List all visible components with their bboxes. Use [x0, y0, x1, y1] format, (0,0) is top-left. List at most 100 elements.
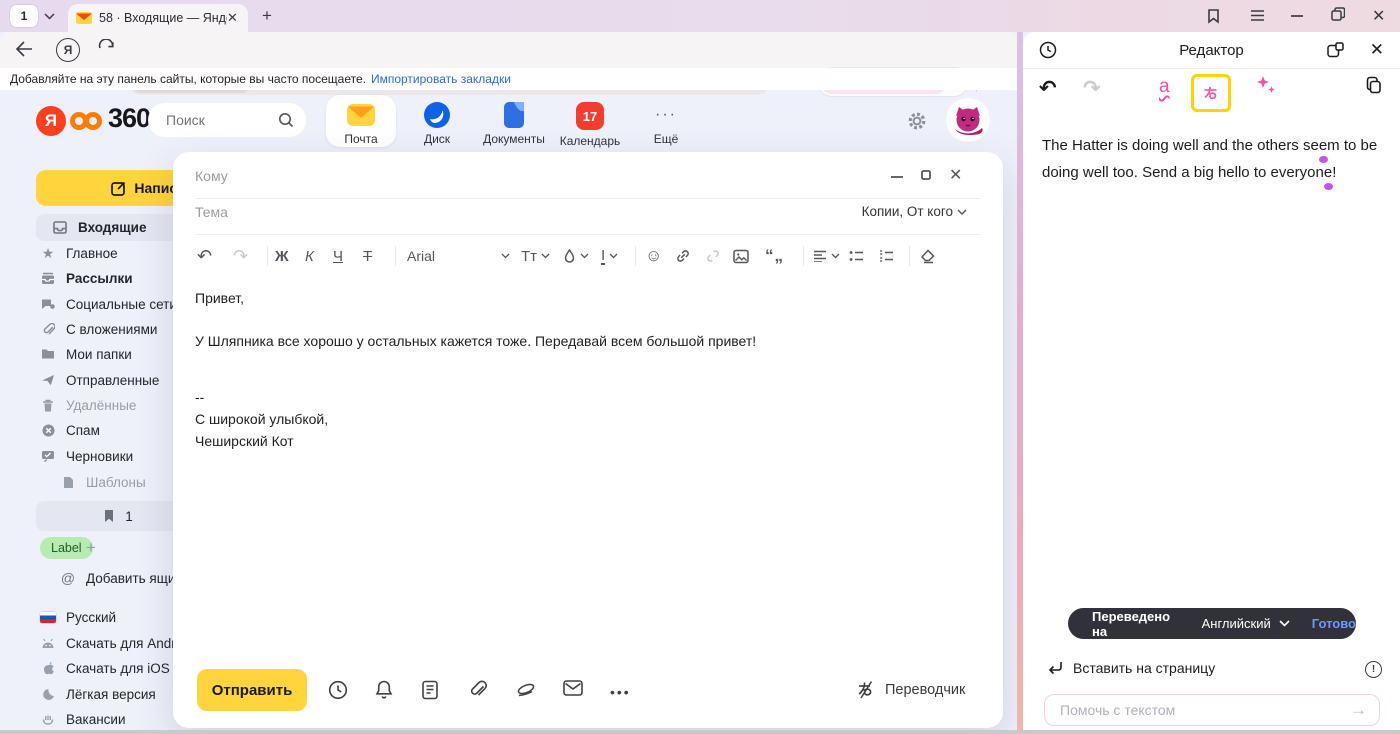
assist-input-box[interactable]: → [1044, 694, 1380, 726]
spellcheck-icon[interactable]: a [1159, 76, 1170, 98]
send-button[interactable]: Отправить [197, 669, 307, 711]
align-button[interactable] [813, 242, 840, 270]
paper-plane-icon [40, 374, 56, 386]
to-field[interactable]: Кому [195, 168, 228, 184]
label-tag[interactable]: Label [40, 537, 93, 559]
side-panel-icon[interactable] [1206, 8, 1221, 24]
italic-button[interactable]: К [305, 242, 314, 270]
russian-flag-icon [40, 612, 56, 623]
sidebar-item-label: Удалённые [66, 398, 136, 413]
emoji-icon[interactable]: ☺ [645, 242, 662, 270]
font-family-select[interactable]: Arial [407, 242, 435, 270]
underline-button[interactable]: Ч [333, 242, 343, 270]
attach-paperclip-icon[interactable] [469, 680, 487, 700]
at-sign-icon: @ [60, 570, 76, 586]
compose-window: Кому ✕ Тема Копии, От кого ↶ ↷ Ж К Ч Т A… [173, 152, 1003, 728]
open-in-window-icon[interactable] [1327, 42, 1344, 58]
bookmark-icon [103, 509, 115, 523]
compose-body-p2[interactable]: У Шляпника все хорошо у остальных кажетс… [195, 333, 756, 349]
minimize-icon[interactable] [1291, 15, 1303, 17]
bullet-list-icon[interactable] [849, 242, 864, 270]
strikethrough-button[interactable]: Т [363, 242, 372, 270]
panel-translate-icon[interactable] [1191, 74, 1231, 112]
sidebar-item-label: Черновики [66, 449, 133, 464]
close-icon[interactable]: ✕ [1372, 6, 1385, 26]
compose-signature-line2[interactable]: Чеширский Кот [195, 433, 294, 449]
sidebar-add-mailbox[interactable]: @ Добавить ящик [44, 566, 181, 590]
schedule-clock-icon[interactable] [328, 680, 348, 700]
panel-undo-icon[interactable]: ↶ [1039, 76, 1057, 101]
fill-color-button[interactable] [563, 242, 589, 270]
signature-pen-icon[interactable] [516, 680, 536, 698]
sidebar-item-templates[interactable]: Шаблоны [44, 470, 146, 494]
sidebar-item-label: Социальные сети [66, 297, 177, 312]
notify-bell-icon[interactable] [375, 680, 393, 700]
done-button[interactable]: Готово [1312, 616, 1356, 631]
translator-label: Переводчик [885, 682, 965, 698]
quote-icon[interactable]: “„ [765, 242, 784, 270]
text-color-button[interactable]: I [601, 242, 618, 270]
template-card-icon[interactable] [422, 680, 438, 700]
warning-icon[interactable]: ! [1365, 661, 1382, 678]
window-minimize-icon[interactable] [891, 176, 903, 178]
window-close-icon[interactable]: ✕ [949, 165, 962, 185]
eraser-icon[interactable] [919, 242, 935, 270]
sidebar-item-label: Главное [66, 246, 118, 261]
sidebar-item-social[interactable]: Социальные сети [24, 292, 177, 316]
sidebar-item-trash[interactable]: Удалённые [24, 393, 136, 417]
envelope-icon[interactable] [563, 680, 583, 696]
copy-icon[interactable] [1365, 76, 1383, 95]
numbered-list-icon[interactable] [879, 242, 894, 270]
sidebar-link-ios[interactable]: Скачать для iOS [24, 656, 170, 680]
sidebar-item-sent[interactable]: Отправленные [24, 368, 159, 392]
unlink-icon[interactable] [705, 242, 721, 270]
history-clock-icon[interactable] [1039, 41, 1057, 59]
submit-arrow-icon[interactable]: → [1350, 700, 1367, 720]
ai-sparkles-icon[interactable] [1255, 74, 1277, 96]
panel-close-icon[interactable]: ✕ [1370, 40, 1384, 60]
compose-body-p1[interactable]: Привет, [195, 290, 244, 306]
cc-from-toggle[interactable]: Копии, От кого [862, 204, 967, 219]
apple-icon [40, 661, 56, 675]
hand-icon [40, 713, 56, 725]
font-size-select[interactable]: Tт [521, 242, 550, 270]
compose-pen-icon [111, 181, 126, 196]
language-chevron-icon[interactable] [1279, 620, 1290, 627]
translated-text-line1: The Hatter is doing well and the others … [1042, 132, 1378, 159]
link-icon[interactable] [675, 242, 691, 270]
insert-image-icon[interactable] [733, 242, 749, 270]
assist-input[interactable] [1058, 701, 1350, 719]
compose-signature-line1[interactable]: С широкой улыбкой, [195, 411, 328, 427]
cursor-marker [1324, 183, 1333, 190]
compose-signature-dashes[interactable]: -- [195, 389, 204, 405]
sidebar-item-spam[interactable]: Спам [24, 418, 100, 442]
font-family-chevron-icon [501, 242, 510, 270]
more-options-icon[interactable]: ••• [610, 684, 631, 700]
sidebar-link-lite[interactable]: Лёгкая версия [24, 682, 156, 706]
sidebar-item-newsletters[interactable]: Рассылки [24, 266, 133, 290]
add-label-icon[interactable]: + [86, 538, 96, 558]
sidebar-item-label: Шаблоны [86, 475, 146, 490]
sidebar-item-drafts[interactable]: Черновики [24, 444, 133, 468]
sidebar-item-attachments[interactable]: С вложениями [24, 317, 157, 341]
sidebar-item-folders[interactable]: Мои папки [24, 342, 132, 366]
paperclip-icon [40, 323, 56, 336]
undo-icon[interactable]: ↶ [197, 242, 212, 270]
language-select[interactable]: Английский [1202, 616, 1271, 631]
window-maximize-icon[interactable] [921, 170, 931, 180]
bold-button[interactable]: Ж [275, 242, 289, 270]
android-icon [40, 638, 56, 649]
restore-icon[interactable] [1331, 7, 1345, 21]
panel-redo-icon[interactable]: ↷ [1083, 76, 1101, 101]
redo-icon[interactable]: ↷ [233, 242, 248, 270]
bookmark-count: 1 [125, 509, 133, 524]
sidebar-link-language[interactable]: Русский [24, 605, 116, 629]
sidebar-item-main[interactable]: ★ Главное [24, 241, 118, 265]
sidebar-link-android[interactable]: Скачать для Android [24, 631, 194, 655]
menu-icon[interactable] [1250, 9, 1265, 22]
insert-to-page-button[interactable]: Вставить на страницу [1047, 660, 1215, 676]
translator-toggle[interactable]: Переводчик [856, 680, 965, 699]
editor-panel-header: Редактор ✕ [1023, 32, 1400, 69]
subject-field[interactable]: Тема [195, 204, 228, 220]
sidebar-link-jobs[interactable]: Вакансии [24, 707, 126, 731]
